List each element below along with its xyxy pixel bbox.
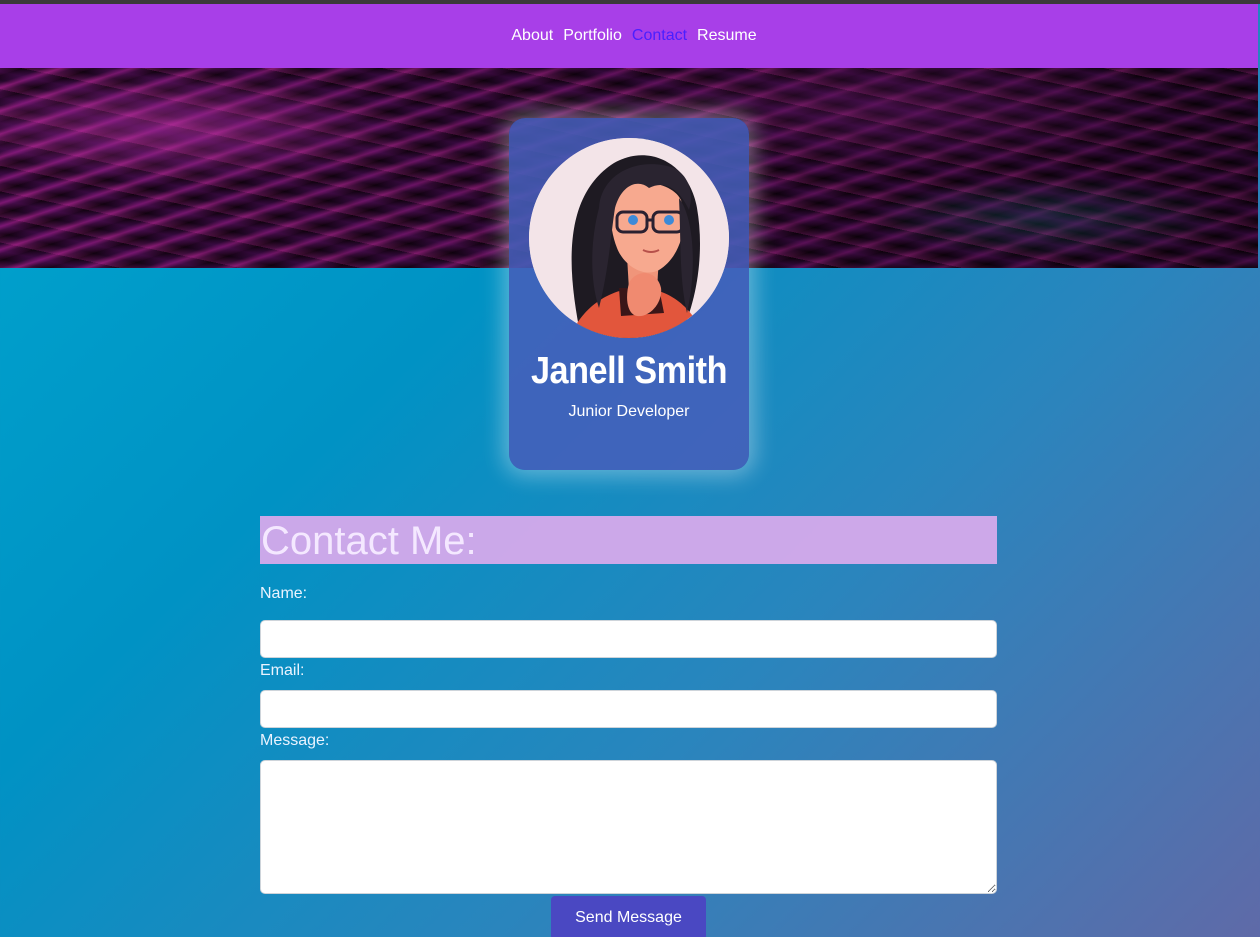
name-label: Name: [260, 585, 308, 602]
nav-link-about[interactable]: About [511, 27, 553, 45]
avatar-portrait-image [529, 138, 729, 338]
profile-name: Janell Smith [530, 350, 728, 392]
top-navbar: About Portfolio Contact Resume [0, 4, 1258, 68]
nav-link-contact[interactable]: Contact [632, 27, 687, 45]
contact-form: Contact Me: Name: Email: Message: [260, 516, 997, 894]
message-label: Message: [260, 732, 330, 749]
email-label: Email: [260, 662, 305, 679]
name-input[interactable] [260, 620, 997, 658]
nav-link-portfolio[interactable]: Portfolio [563, 27, 622, 45]
message-textarea[interactable] [260, 760, 997, 894]
avatar [529, 138, 729, 338]
nav-link-resume[interactable]: Resume [697, 27, 757, 45]
contact-heading: Contact Me: [260, 516, 997, 564]
send-message-button[interactable]: Send Message [551, 896, 706, 937]
profile-job-title: Junior Developer [568, 403, 690, 420]
profile-card: Janell Smith Junior Developer [509, 118, 749, 470]
email-input[interactable] [260, 690, 997, 728]
